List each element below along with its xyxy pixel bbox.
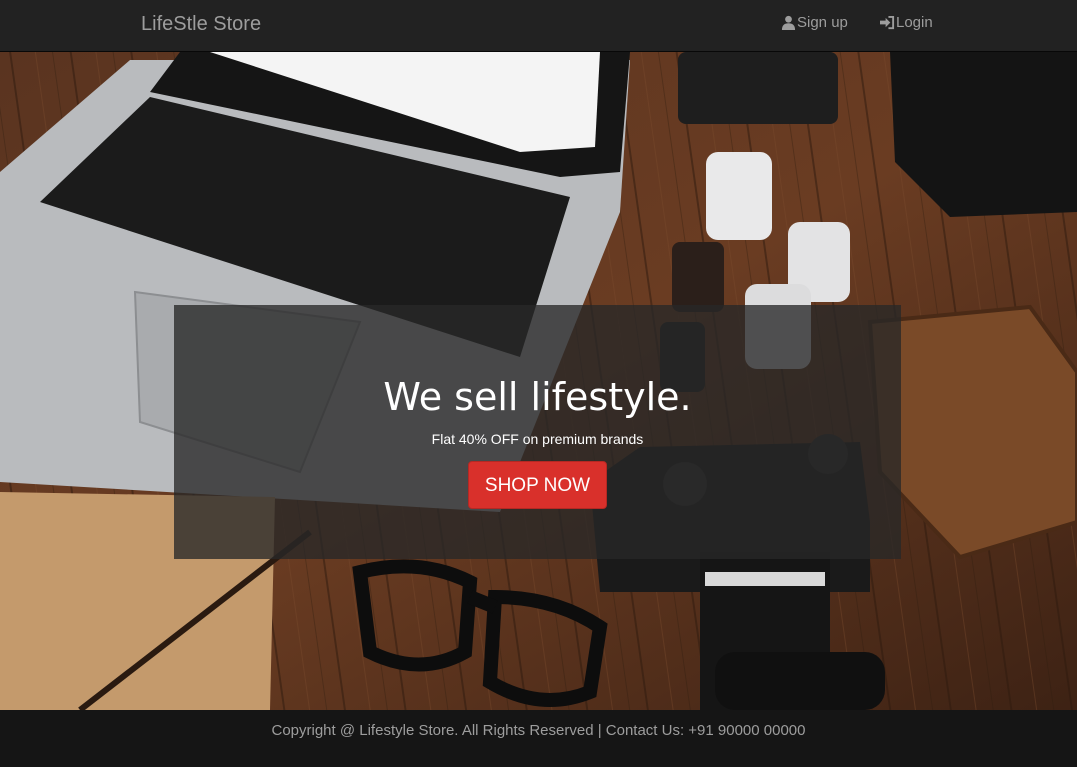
signup-link[interactable]: Sign up (781, 14, 848, 31)
hero-title: We sell lifestyle. (383, 375, 692, 419)
page: LifeStle Store Sign up Login We sell lif… (0, 0, 1077, 767)
footer: Copyright @ Lifestyle Store. All Rights … (0, 710, 1077, 767)
hero-section: We sell lifestyle. Flat 40% OFF on premi… (0, 52, 1077, 710)
login-link[interactable]: Login (880, 14, 933, 31)
footer-copyright: Copyright @ Lifestyle Store. All Rights … (271, 722, 806, 739)
user-icon (781, 15, 796, 30)
login-label: Login (896, 14, 933, 31)
promo-banner: We sell lifestyle. Flat 40% OFF on premi… (174, 305, 901, 559)
hero-subtitle: Flat 40% OFF on premium brands (431, 431, 644, 447)
brand-link[interactable]: LifeStle Store (141, 13, 261, 36)
navbar: LifeStle Store Sign up Login (0, 0, 1077, 52)
signup-label: Sign up (797, 14, 848, 31)
shop-now-button[interactable]: SHOP NOW (468, 461, 607, 509)
log-in-icon (880, 15, 895, 30)
